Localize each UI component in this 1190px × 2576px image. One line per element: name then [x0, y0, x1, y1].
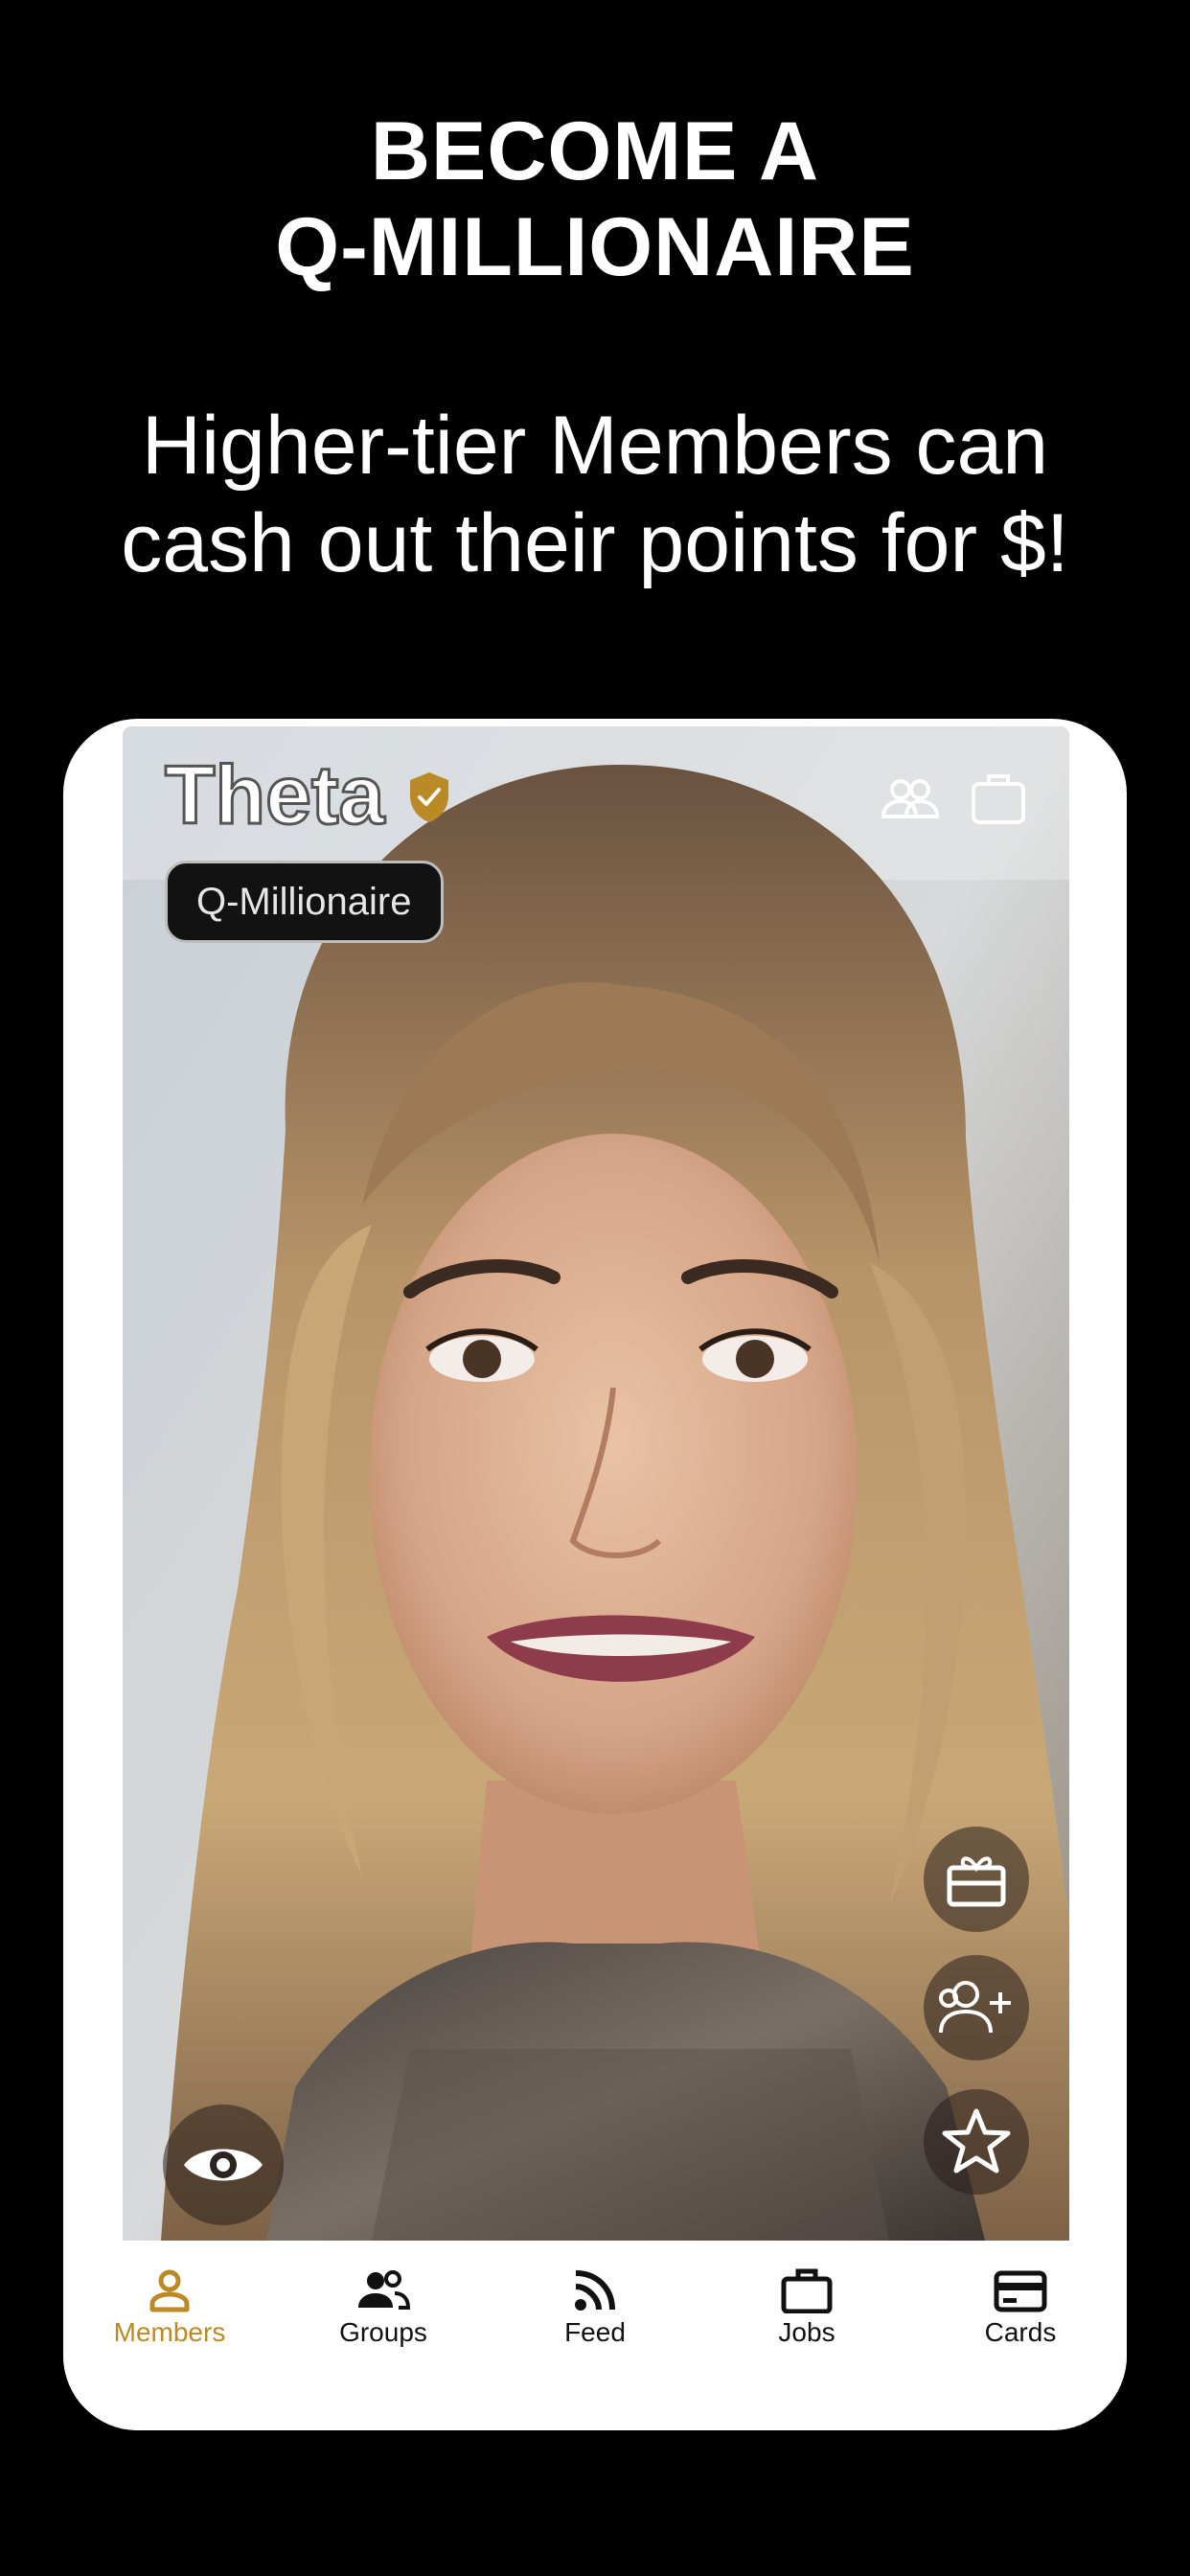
add-friend-button[interactable] [924, 1955, 1029, 2060]
tab-cards[interactable]: Cards [934, 2267, 1107, 2382]
phone-screen: Theta Q-Millionaire Members Groups Feed … [63, 719, 1127, 2430]
promo-subhead: Higher-tier Members can cash out their p… [0, 397, 1190, 592]
add-friend-icon [939, 1981, 1011, 2034]
headline-line-2: Q-MILLIONAIRE [275, 201, 915, 293]
shield-check-icon [410, 772, 448, 822]
groups-icon[interactable] [880, 769, 941, 830]
tab-label-members: Members [113, 2317, 226, 2347]
profile-name: Theta [163, 748, 385, 843]
tab-label-feed: Feed [564, 2317, 626, 2347]
tab-groups[interactable]: Groups [297, 2267, 469, 2382]
gift-card-icon [947, 1856, 1006, 1907]
star-icon [942, 2108, 1011, 2174]
bottom-tab-bar: Members Groups Feed Jobs Cards [63, 2241, 1127, 2430]
tab-label-groups: Groups [339, 2317, 427, 2347]
briefcase-icon [781, 2268, 833, 2313]
tab-members[interactable]: Members [83, 2267, 256, 2382]
credit-card-icon [994, 2270, 1047, 2312]
promo-headline: BECOME A Q-MILLIONAIRE [0, 104, 1190, 295]
eye-icon [184, 2149, 263, 2181]
groups-icon [358, 2270, 410, 2310]
tab-label-jobs: Jobs [778, 2317, 835, 2347]
person-icon [149, 2269, 190, 2312]
favorite-button[interactable] [924, 2089, 1029, 2195]
rss-feed-icon [575, 2270, 615, 2311]
view-profile-button[interactable] [163, 2104, 284, 2225]
subhead-line-2: cash out their points for $! [121, 497, 1069, 589]
tab-jobs[interactable]: Jobs [721, 2267, 893, 2382]
briefcase-icon[interactable] [968, 769, 1029, 830]
tab-label-cards: Cards [984, 2317, 1057, 2347]
profile-photo[interactable]: Theta Q-Millionaire [123, 726, 1069, 2241]
tab-feed[interactable]: Feed [509, 2267, 681, 2382]
headline-line-1: BECOME A [370, 105, 820, 197]
tier-badge: Q-Millionaire [165, 861, 444, 943]
gift-card-button[interactable] [924, 1827, 1029, 1932]
subhead-line-1: Higher-tier Members can [141, 400, 1049, 492]
